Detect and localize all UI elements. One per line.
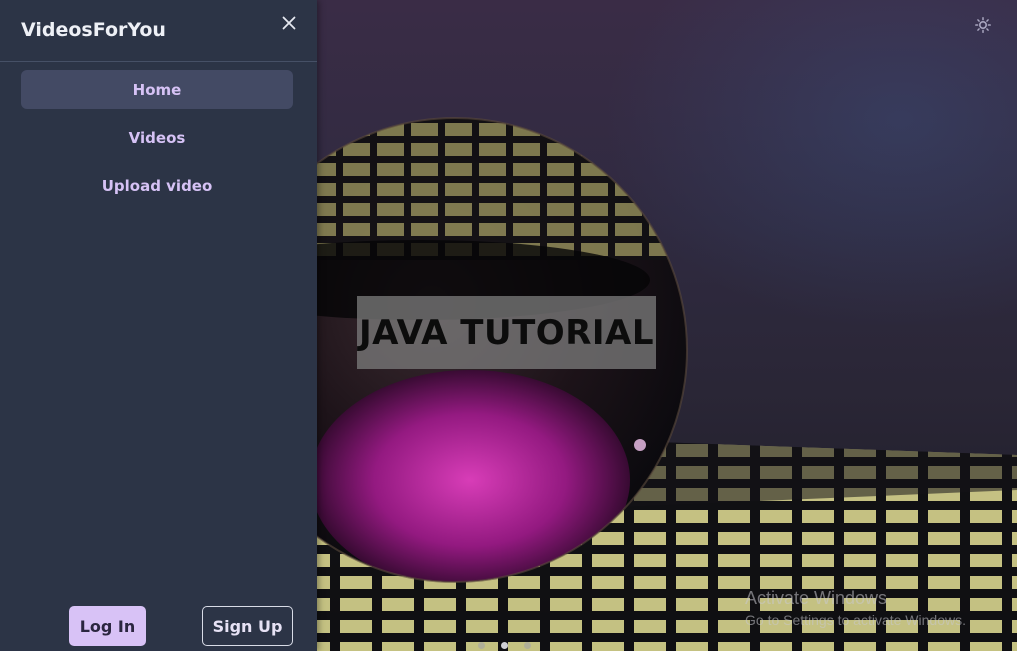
hero-title: JAVA TUTORIAL [357,296,656,369]
sun-icon [975,17,991,33]
theme-toggle-button[interactable] [975,17,995,37]
carousel-indicators [478,642,531,649]
sidebar-item-home[interactable]: Home [21,70,293,109]
carousel-dot-active[interactable] [501,642,508,649]
sidebar-divider [0,61,317,62]
carousel-dot[interactable] [478,642,485,649]
close-sidebar-button[interactable] [279,13,299,33]
brand-title[interactable]: VideosForYou [21,19,166,41]
login-button[interactable]: Log In [69,606,146,646]
sidebar-nav: Home Videos Upload video [21,70,293,214]
watermark-line-2: Go to Settings to activate Windows. [745,612,966,628]
sidebar-item-upload-video[interactable]: Upload video [21,166,293,205]
close-icon [282,16,296,30]
sidebar-drawer: VideosForYou Home Videos Upload video Lo… [0,0,317,651]
carousel-dot[interactable] [524,642,531,649]
sidebar-item-videos[interactable]: Videos [21,118,293,157]
windows-activation-watermark: Activate Windows Go to Settings to activ… [745,588,966,628]
signup-button[interactable]: Sign Up [202,606,293,646]
watermark-line-1: Activate Windows [745,588,888,608]
